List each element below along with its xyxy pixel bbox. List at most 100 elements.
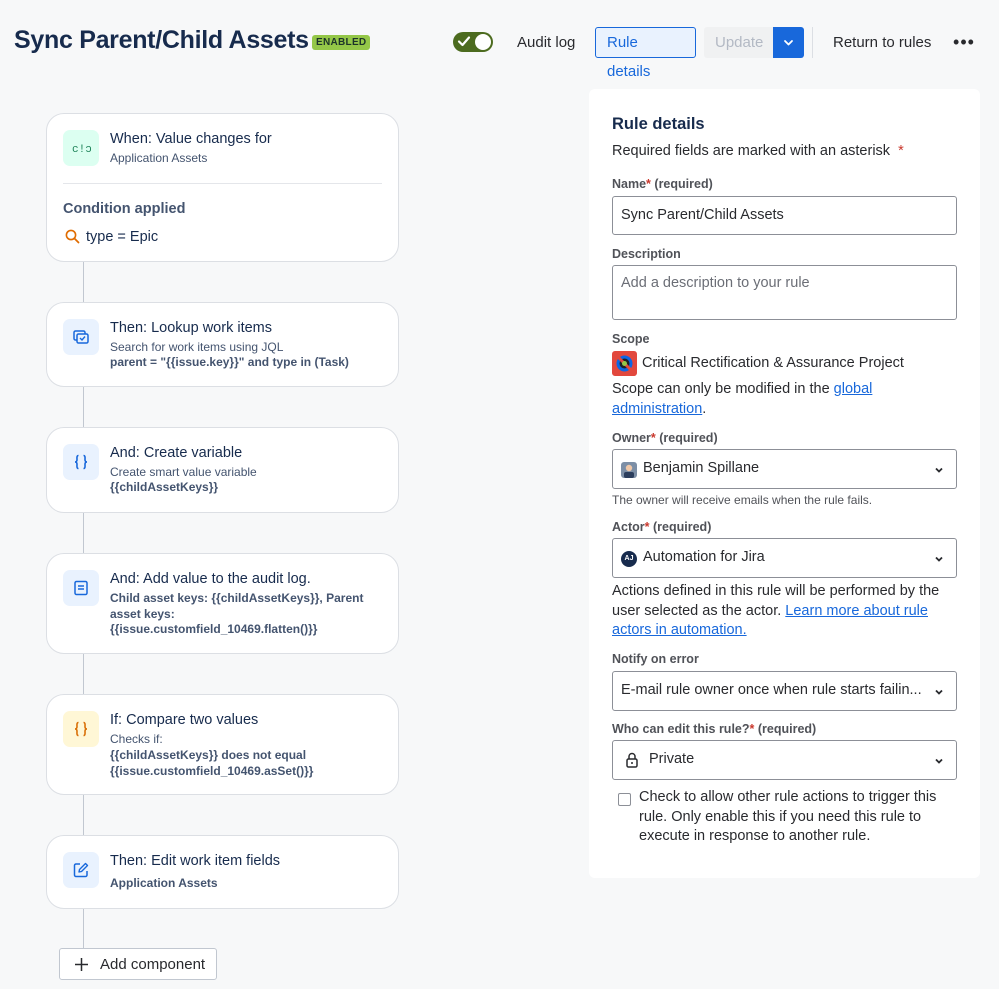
actor-select[interactable]: AJ Automation for Jira <box>612 538 957 578</box>
chevron-down-icon <box>935 467 943 473</box>
step-title: Then: Lookup work items <box>110 320 272 336</box>
braces-icon <box>74 721 88 737</box>
trigger-title: When: Value changes for <box>110 131 272 147</box>
automation-icon: AJ <box>621 551 637 567</box>
step-card[interactable]: Then: Edit work item fields Application … <box>46 835 399 909</box>
who-edit-select[interactable]: Private <box>612 740 957 780</box>
card-divider <box>63 183 382 184</box>
required-hint: (required) <box>659 431 718 445</box>
chevron-down-icon <box>935 689 943 695</box>
scope-label: Scope <box>612 332 650 346</box>
chevron-down-icon <box>935 556 943 562</box>
scope-note: Scope can only be modified in the global… <box>612 380 957 419</box>
enabled-toggle[interactable] <box>453 32 493 52</box>
avatar <box>621 462 637 478</box>
flow-connector <box>83 909 84 948</box>
step-detail: Child asset keys: {{childAssetKeys}}, Pa… <box>110 591 364 636</box>
condition-card[interactable]: If: Compare two values Checks if: {{chil… <box>46 694 399 795</box>
page-title: Sync Parent/Child Assets <box>14 26 309 54</box>
step-title: And: Add value to the audit log. <box>110 571 311 587</box>
scope-note-suffix: . <box>702 400 707 417</box>
lock-icon <box>626 752 638 768</box>
name-field[interactable]: Sync Parent/Child Assets <box>612 196 957 235</box>
more-options-button[interactable]: ••• <box>946 27 982 58</box>
notify-label: Notify on error <box>612 652 699 666</box>
allow-trigger-checkbox[interactable] <box>618 793 631 806</box>
rule-details-panel: Rule details Required fields are marked … <box>589 89 980 878</box>
check-icon <box>457 36 471 47</box>
step-title: Then: Edit work item fields <box>110 853 281 869</box>
update-dropdown-button[interactable] <box>773 27 804 58</box>
step-description: Search for work items using JQL <box>110 340 284 354</box>
chevron-down-icon <box>784 40 793 46</box>
log-icon <box>74 580 88 596</box>
required-hint: (required) <box>654 177 713 191</box>
notify-select[interactable]: E-mail rule owner once when rule starts … <box>612 671 957 711</box>
owner-label: Owner* (required) <box>612 431 718 445</box>
step-icon-box <box>63 319 99 355</box>
flow-connector <box>83 387 84 427</box>
required-hint: (required) <box>757 722 817 736</box>
required-asterisk: * <box>898 143 904 159</box>
step-card[interactable]: And: Add value to the audit log. Child a… <box>46 553 399 654</box>
step-title: And: Create variable <box>110 445 243 461</box>
step-icon-box <box>63 444 99 480</box>
search-icon <box>65 229 80 244</box>
required-asterisk: * <box>650 431 656 445</box>
step-detail: Application Assets <box>110 876 218 890</box>
braces-icon <box>74 454 88 470</box>
owner-value: Benjamin Spillane <box>643 460 760 476</box>
return-to-rules-button[interactable]: Return to rules <box>822 27 942 58</box>
project-icon <box>612 351 637 376</box>
flow-connector <box>83 795 84 835</box>
step-icon-box <box>63 570 99 606</box>
scope-note-text: Scope can only be modified in the <box>612 381 834 397</box>
step-card[interactable]: And: Create variable Create smart value … <box>46 427 399 513</box>
step-detail: parent = "{{issue.key}}" and type in (Ta… <box>110 355 349 369</box>
add-component-label: Add component <box>100 956 206 973</box>
lookup-icon <box>73 330 89 344</box>
step-description: Create smart value variable <box>110 465 257 479</box>
owner-label-text: Owner <box>612 431 651 445</box>
step-icon-box <box>63 852 99 888</box>
owner-select[interactable]: Benjamin Spillane <box>612 449 957 489</box>
trigger-subtitle: Application Assets <box>110 151 208 165</box>
who-edit-label-text: Who can edit this rule? <box>612 722 750 736</box>
actor-note: Actions defined in this rule will be per… <box>612 582 957 641</box>
who-edit-label: Who can edit this rule?* (required) <box>612 722 816 736</box>
scope-value: Critical Rectification & Assurance Proje… <box>642 355 904 371</box>
flow-connector <box>83 513 84 553</box>
required-asterisk: * <box>646 177 651 191</box>
name-value: Sync Parent/Child Assets <box>621 207 784 223</box>
name-label-text: Name <box>612 177 647 191</box>
condition-label: Condition applied <box>63 201 186 217</box>
required-asterisk: * <box>644 520 650 534</box>
audit-log-button[interactable]: Audit log <box>506 27 586 58</box>
plus-icon <box>75 958 88 971</box>
toggle-knob <box>475 34 491 50</box>
trigger-card[interactable]: c!ɔ When: Value changes for Application … <box>46 113 399 262</box>
required-asterisk: * <box>749 722 755 736</box>
header: Sync Parent/Child Assets ENABLED Audit l… <box>0 0 999 84</box>
header-divider <box>812 27 813 58</box>
step-card[interactable]: Then: Lookup work items Search for work … <box>46 302 399 387</box>
rule-details-button[interactable]: Rule details <box>595 27 696 80</box>
flow-connector <box>83 262 84 302</box>
description-placeholder: Add a description to your rule <box>621 275 810 291</box>
description-field[interactable]: Add a description to your rule <box>612 265 957 320</box>
add-component-button[interactable]: Add component <box>59 948 217 980</box>
step-description: Checks if: <box>110 732 163 746</box>
required-note-text: Required fields are marked with an aster… <box>612 143 891 159</box>
required-note: Required fields are marked with an aster… <box>612 143 904 159</box>
allow-trigger-label: Check to allow other rule actions to tri… <box>639 789 937 844</box>
update-button[interactable]: Update <box>704 27 773 58</box>
step-icon-box <box>63 711 99 747</box>
actor-value: Automation for Jira <box>643 549 765 565</box>
description-label: Description <box>612 247 681 261</box>
value-change-icon: c!ɔ <box>72 144 91 155</box>
required-hint: (required) <box>653 520 712 534</box>
actor-label-text: Actor <box>612 520 645 534</box>
flow-connector <box>83 654 84 694</box>
status-badge: ENABLED <box>312 35 371 50</box>
chevron-down-icon <box>935 758 943 764</box>
